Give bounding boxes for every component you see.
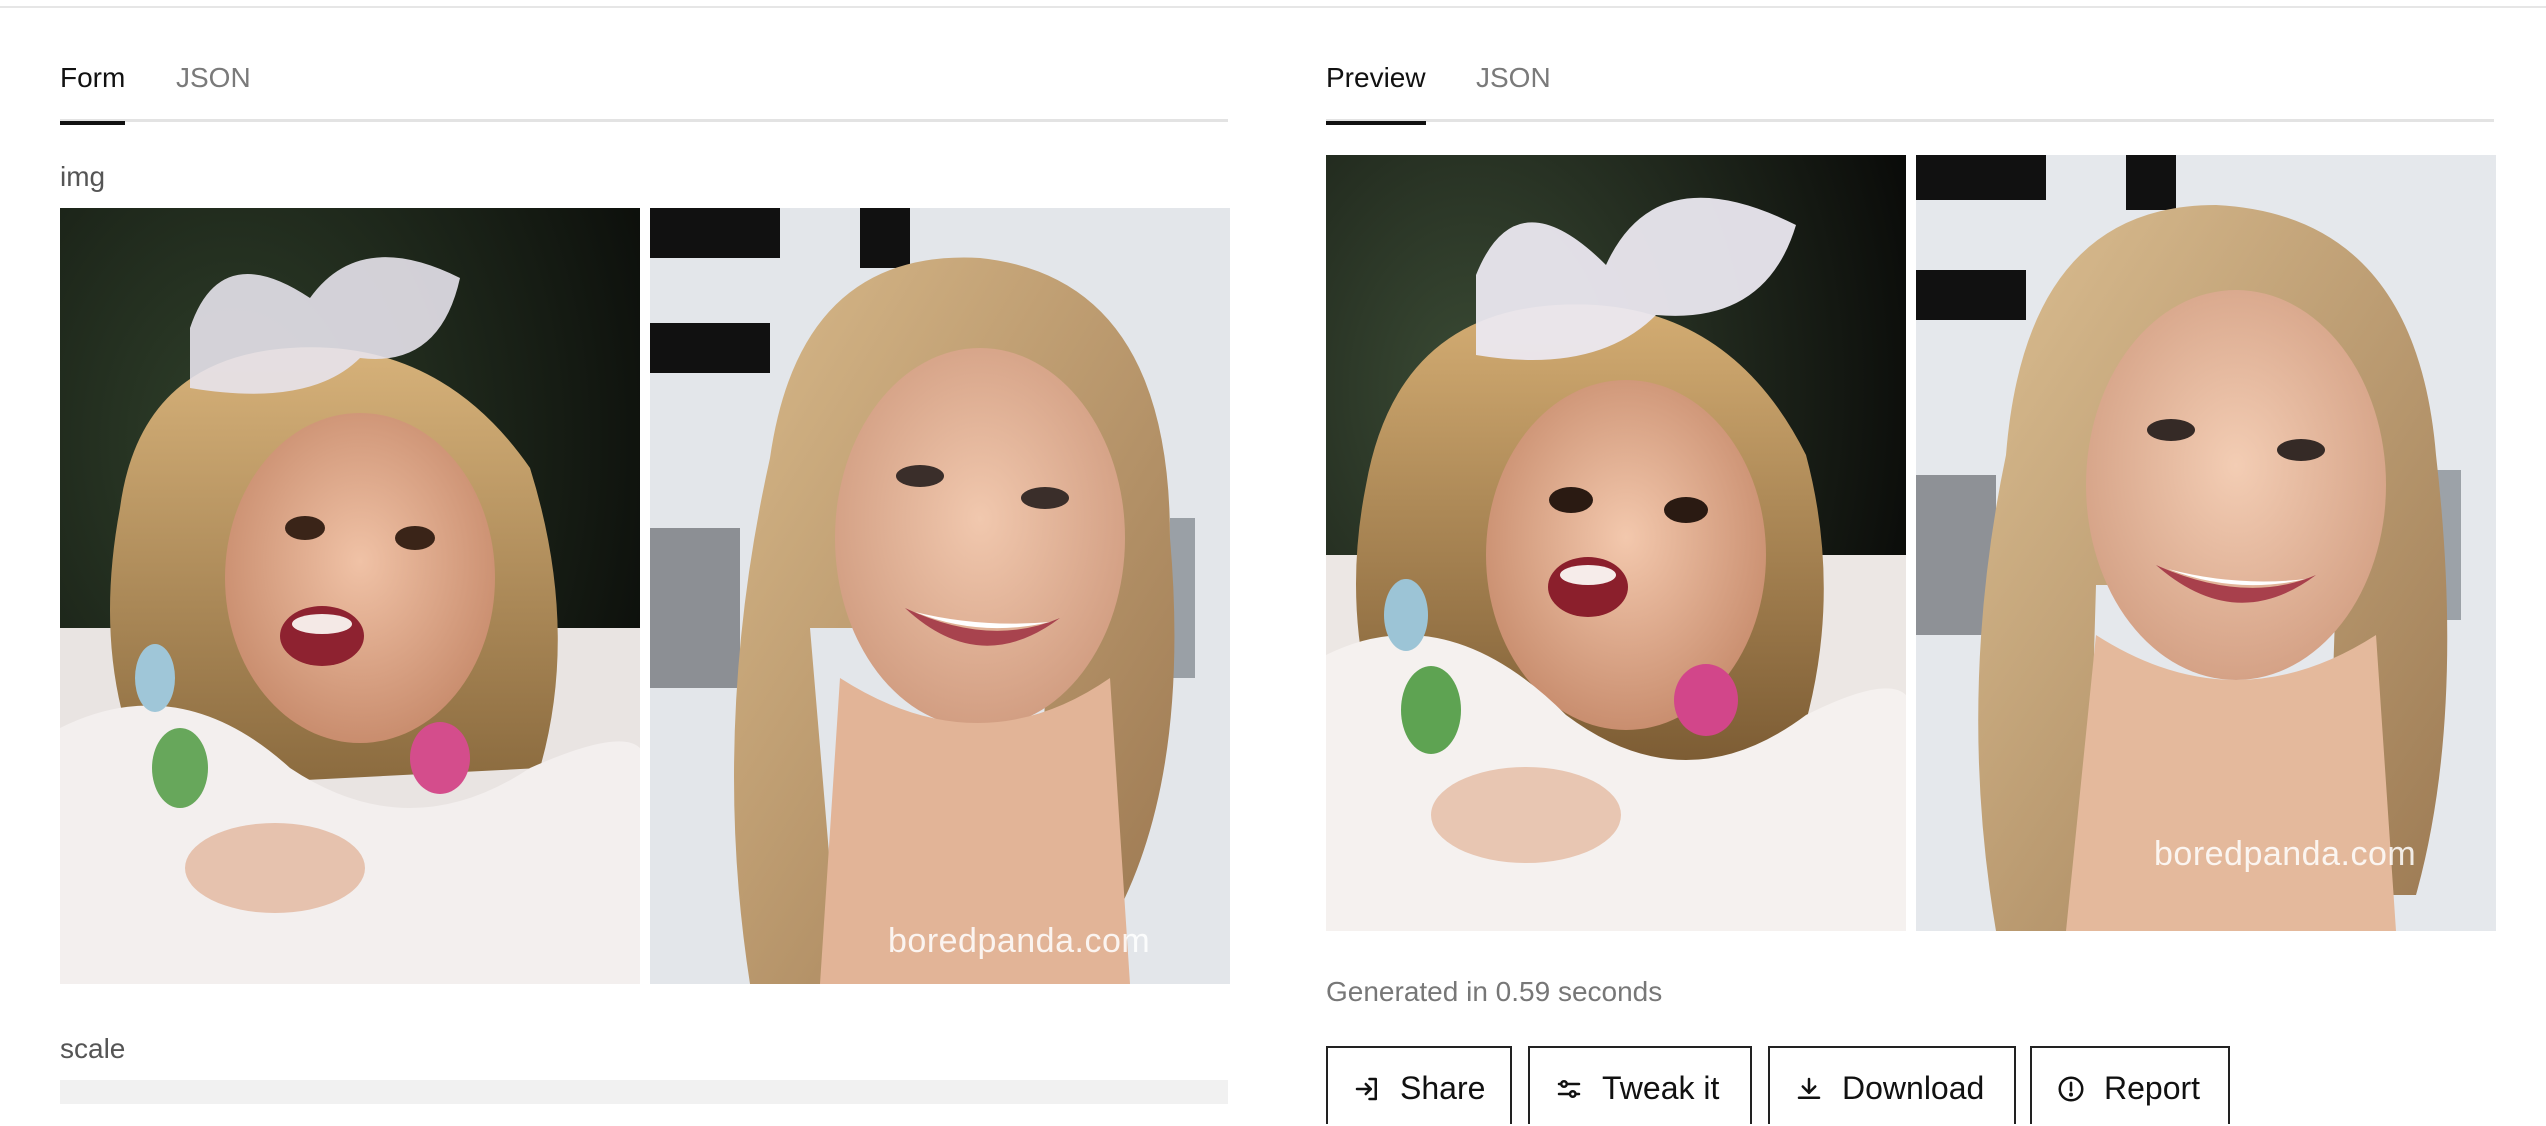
restored-adult-photo-graphic — [1916, 155, 2496, 931]
output-image-child[interactable] — [1326, 155, 1906, 931]
tab-json[interactable]: JSON — [1476, 60, 1551, 122]
input-tabs: Form JSON — [60, 60, 1228, 125]
tweak-label: Tweak it — [1602, 1070, 1720, 1106]
scale-field-label: scale — [60, 1033, 126, 1064]
alert-circle-icon — [2056, 1074, 2086, 1104]
input-image-adult[interactable]: boredpanda.com — [650, 208, 1230, 984]
tab-preview[interactable]: Preview — [1326, 60, 1426, 125]
input-image-child[interactable] — [60, 208, 640, 984]
tab-json[interactable]: JSON — [176, 60, 251, 122]
scale-slider[interactable] — [60, 1080, 1228, 1104]
generation-time: Generated in 0.59 seconds — [1326, 976, 1663, 1007]
watermark-text: boredpanda.com — [2154, 835, 2417, 873]
share-icon — [1352, 1074, 1382, 1104]
child-photo-graphic — [60, 208, 640, 984]
output-image-adult[interactable]: boredpanda.com — [1916, 155, 2496, 931]
adult-photo-graphic — [650, 208, 1230, 984]
watermark-text: boredpanda.com — [888, 922, 1151, 960]
download-button[interactable]: Download — [1768, 1046, 2016, 1124]
restored-child-photo-graphic — [1326, 155, 1906, 931]
download-icon — [1794, 1074, 1824, 1104]
share-button[interactable]: Share — [1326, 1046, 1512, 1124]
report-button[interactable]: Report — [2030, 1046, 2230, 1124]
top-divider — [0, 0, 2546, 8]
img-field-label: img — [60, 161, 106, 192]
report-label: Report — [2104, 1070, 2201, 1106]
tab-form[interactable]: Form — [60, 60, 126, 125]
tweak-button[interactable]: Tweak it — [1528, 1046, 1752, 1124]
output-tabs: Preview JSON — [1326, 60, 2494, 125]
share-label: Share — [1400, 1070, 1486, 1106]
download-label: Download — [1842, 1070, 1985, 1106]
sliders-icon — [1554, 1074, 1584, 1104]
